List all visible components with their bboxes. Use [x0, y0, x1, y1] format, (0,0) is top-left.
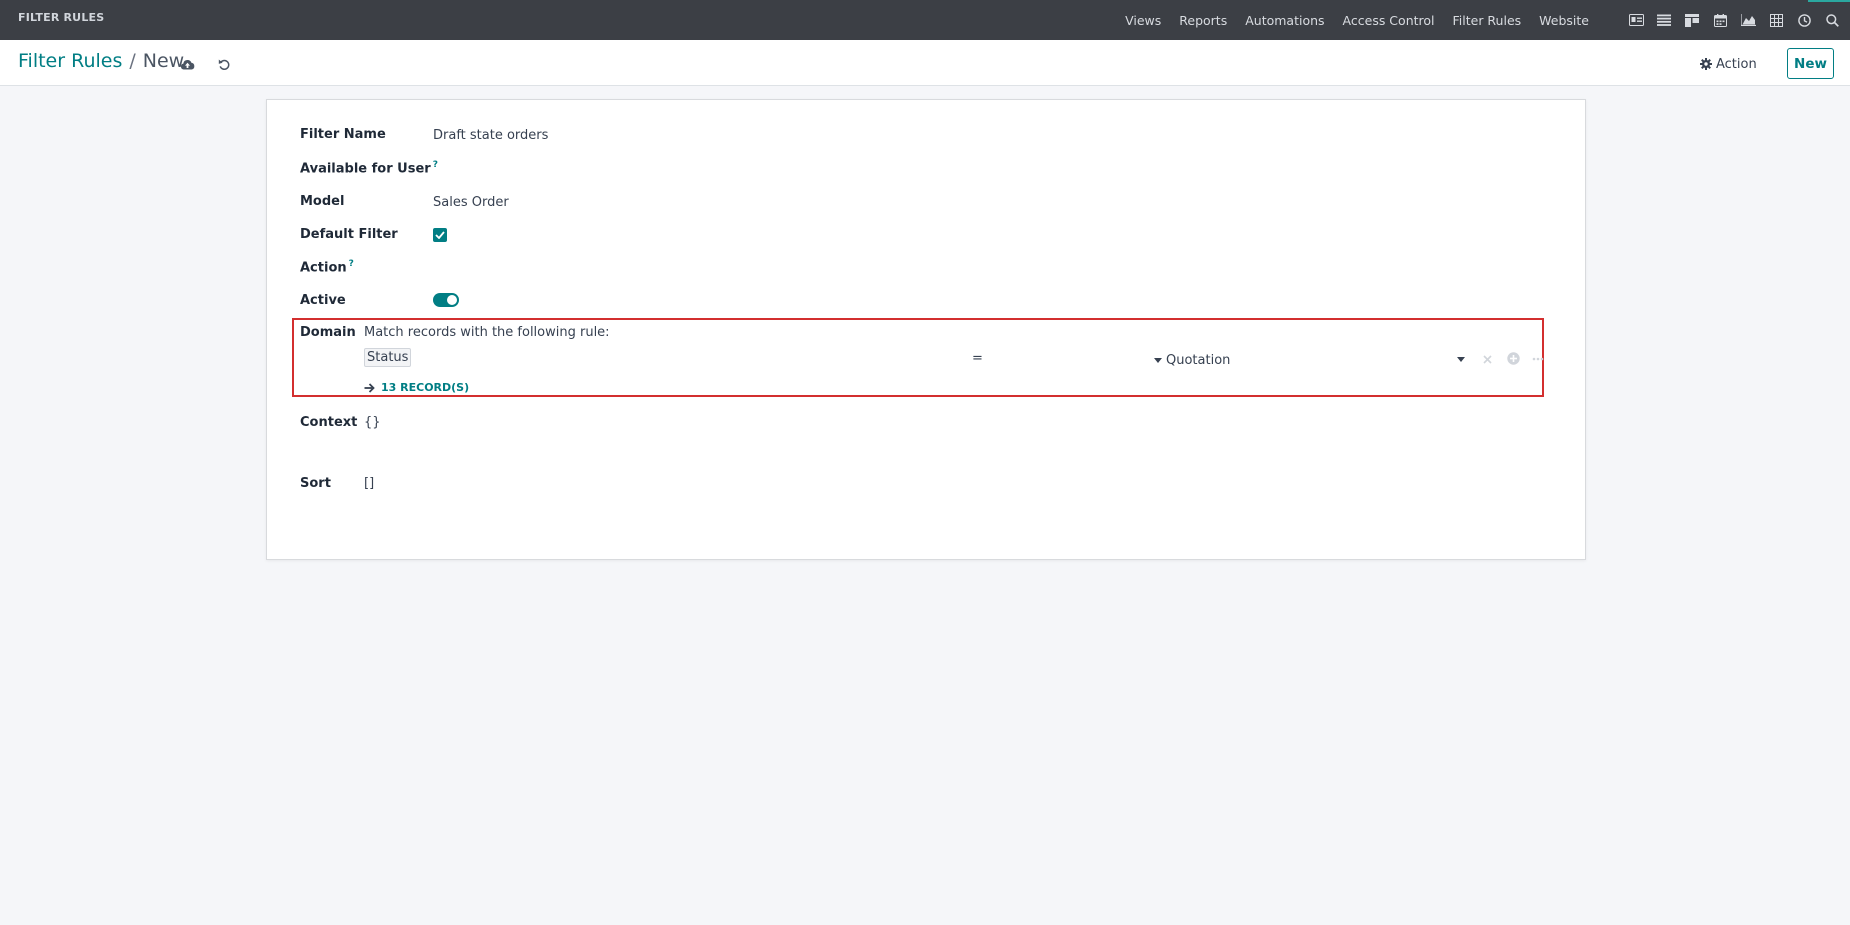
caret-down-icon — [1154, 357, 1162, 363]
discard-changes-icon[interactable] — [215, 55, 233, 73]
active-toggle[interactable] — [433, 293, 459, 307]
domain-intro-text: Match records with the following rule: — [364, 325, 610, 340]
form-sheet: Filter Name Draft state orders Available… — [266, 99, 1586, 560]
domain-field-selector[interactable]: Status — [364, 348, 412, 367]
breadcrumb: Filter Rules / New — [18, 50, 184, 72]
domain-value-text: Quotation — [1166, 352, 1231, 368]
kanban-view-icon[interactable] — [1678, 0, 1706, 40]
context-label: Context — [300, 415, 358, 430]
activity-view-icon[interactable] — [1790, 0, 1818, 40]
delete-rule-icon[interactable] — [1480, 352, 1494, 366]
domain-label: Domain — [300, 325, 356, 340]
action-label: Action? — [300, 259, 354, 275]
menu-item-reports[interactable]: Reports — [1170, 13, 1236, 28]
filter-name-field[interactable]: Draft state orders — [433, 128, 548, 143]
navbar-menu: Views Reports Automations Access Control… — [1116, 0, 1598, 40]
form-view-icon[interactable] — [1622, 0, 1650, 40]
new-record-button[interactable]: New — [1787, 48, 1834, 79]
action-field[interactable] — [433, 260, 833, 278]
save-cloud-icon[interactable] — [178, 55, 196, 73]
value-dropdown-caret-icon[interactable] — [1454, 352, 1468, 366]
context-editor[interactable]: {} — [364, 415, 381, 430]
matching-records-count: 13 RECORD(S) — [381, 381, 470, 394]
model-label: Model — [300, 194, 345, 209]
control-panel: Filter Rules / New Action New — [0, 40, 1850, 86]
list-view-icon[interactable] — [1650, 0, 1678, 40]
arrow-right-icon — [364, 382, 375, 393]
menu-item-automations[interactable]: Automations — [1236, 13, 1333, 28]
available-user-field[interactable] — [433, 160, 833, 178]
breadcrumb-separator: / — [129, 50, 136, 72]
app-brand[interactable]: FILTER RULES — [18, 11, 104, 24]
check-icon — [435, 231, 445, 239]
help-tooltip-icon[interactable]: ? — [349, 259, 354, 269]
gear-icon — [1700, 58, 1712, 70]
model-field[interactable]: Sales Order — [433, 195, 509, 210]
default-filter-checkbox[interactable] — [433, 228, 447, 242]
matching-records-link[interactable]: 13 RECORD(S) — [364, 381, 469, 394]
sort-label: Sort — [300, 476, 331, 491]
menu-item-filter-rules[interactable]: Filter Rules — [1444, 13, 1531, 28]
more-options-icon[interactable] — [1531, 352, 1545, 366]
available-user-label-text: Available for User — [300, 161, 431, 177]
menu-item-access-control[interactable]: Access Control — [1334, 13, 1444, 28]
action-menu-button[interactable]: Action — [1700, 52, 1757, 76]
sort-editor[interactable]: [] — [364, 476, 374, 491]
available-user-label: Available for User? — [300, 160, 438, 176]
default-filter-label: Default Filter — [300, 227, 398, 242]
menu-item-website[interactable]: Website — [1530, 13, 1598, 28]
navbar-icons — [1622, 0, 1846, 40]
active-label: Active — [300, 293, 346, 308]
add-rule-icon[interactable] — [1506, 351, 1520, 365]
calendar-view-icon[interactable] — [1706, 0, 1734, 40]
breadcrumb-parent[interactable]: Filter Rules — [18, 50, 122, 72]
pivot-view-icon[interactable] — [1762, 0, 1790, 40]
search-icon[interactable] — [1818, 0, 1846, 40]
graph-view-icon[interactable] — [1734, 0, 1762, 40]
action-label-text: Action — [300, 260, 347, 276]
menu-item-views[interactable]: Views — [1116, 13, 1170, 28]
filter-name-label: Filter Name — [300, 127, 386, 142]
action-menu-label: Action — [1716, 56, 1757, 72]
domain-operator-select[interactable]: = — [972, 351, 983, 366]
navbar-accent-line — [1808, 0, 1850, 2]
domain-value-select[interactable]: Quotation — [1154, 351, 1464, 369]
top-navbar: FILTER RULES Views Reports Automations A… — [0, 0, 1850, 40]
toggle-knob — [447, 295, 457, 305]
